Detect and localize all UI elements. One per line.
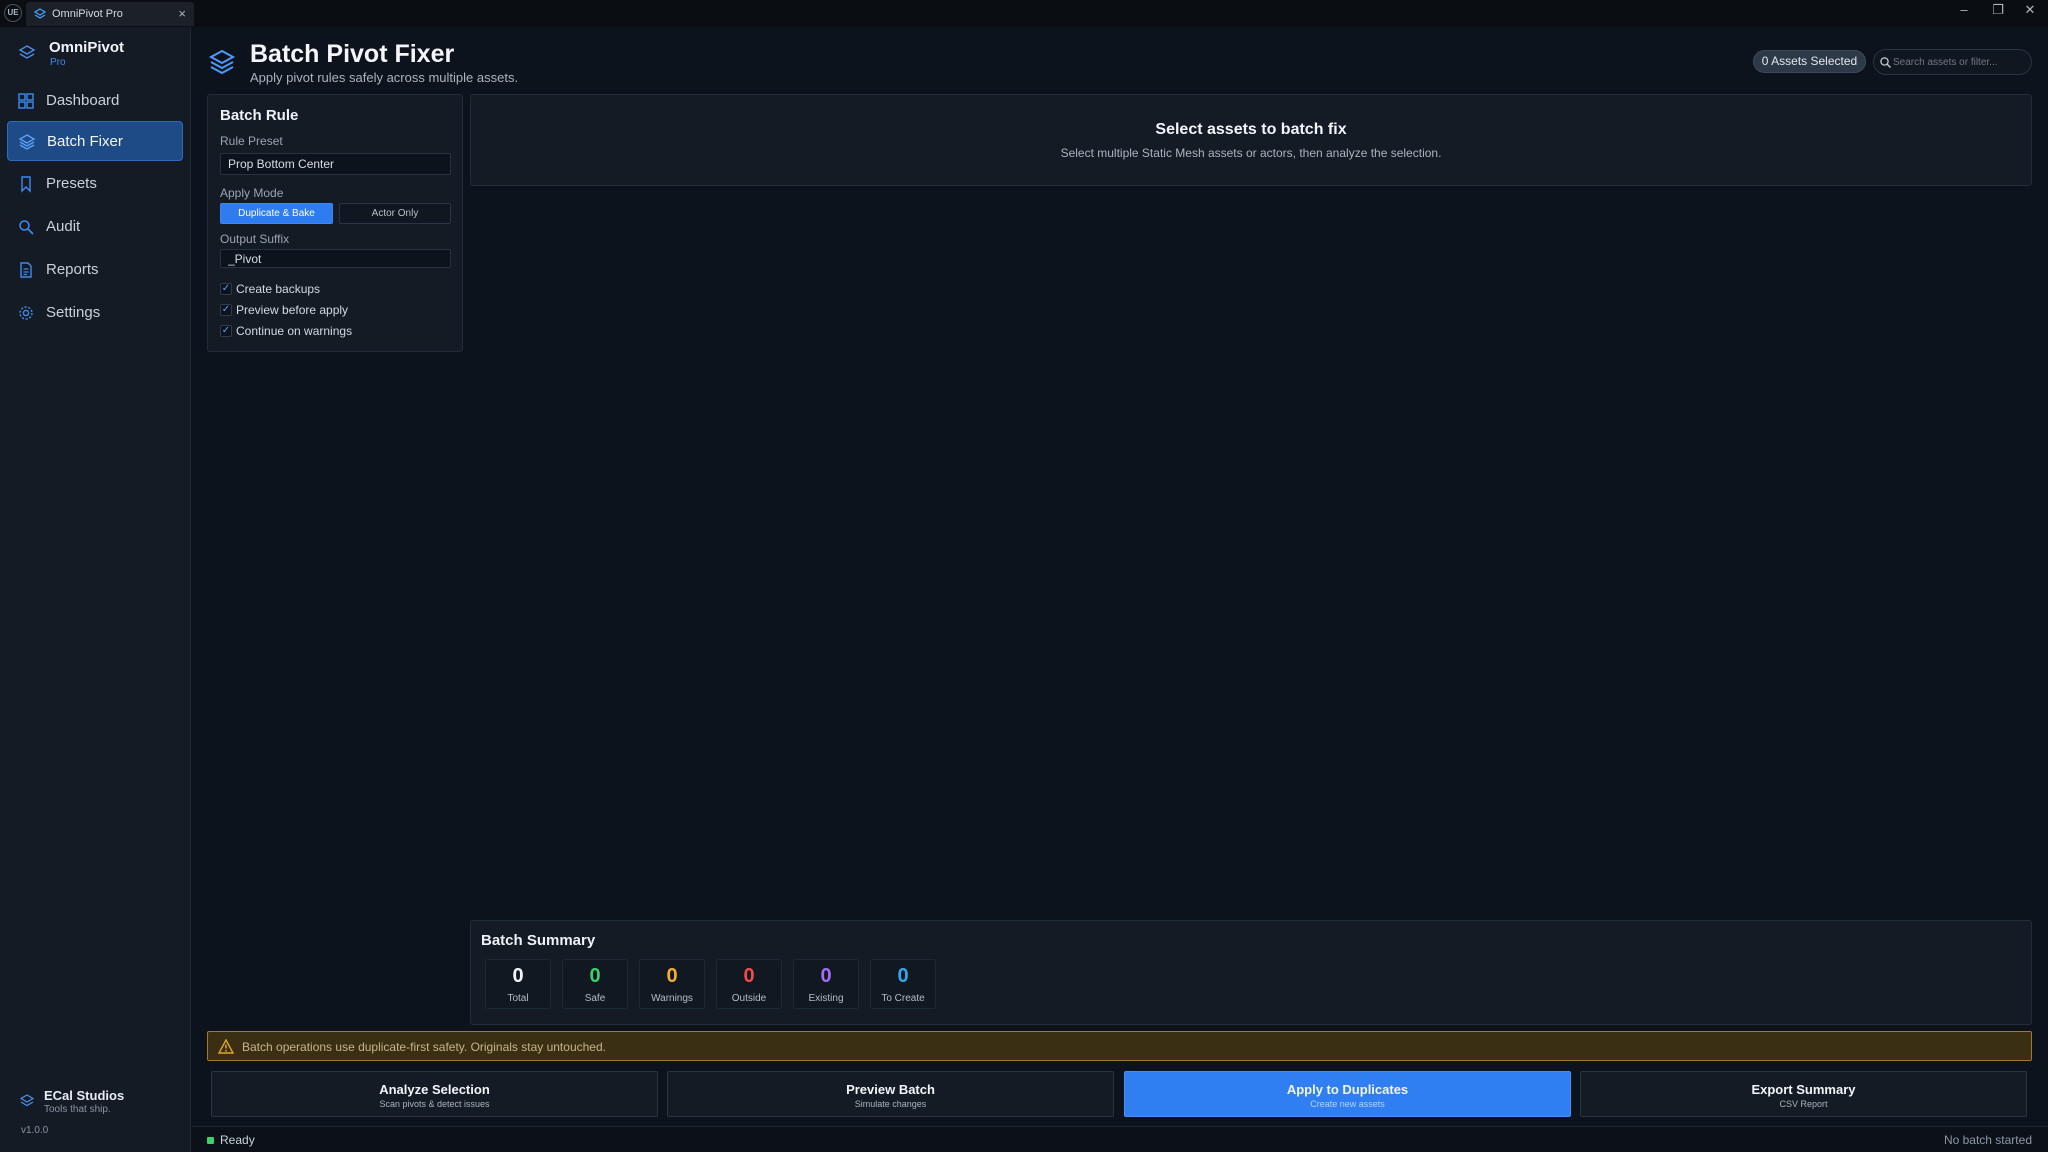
page-title: Batch Pivot Fixer (250, 40, 455, 68)
studio-name: ECal Studios (44, 1088, 125, 1103)
tab-title: OmniPivot Pro (52, 8, 123, 20)
apply-to-duplicates-button[interactable]: Apply to Duplicates Create new assets (1124, 1071, 1571, 1117)
sidebar-item-label: Audit (46, 218, 81, 235)
stat-safe: 0 Safe (562, 959, 628, 1009)
stat-to-create: 0 To Create (870, 959, 936, 1009)
document-icon (20, 262, 32, 278)
page-subtitle: Apply pivot rules safely across multiple… (250, 70, 519, 85)
minimize-button[interactable]: – (1950, 1, 1978, 23)
sidebar-item-label: Settings (46, 304, 101, 321)
check-icon[interactable]: ✓ (220, 304, 232, 316)
close-window-button[interactable]: ✕ (2016, 1, 2044, 23)
sidebar: OmniPivot Pro Dashboard Batch Fixer Pres… (0, 27, 191, 1152)
export-summary-button[interactable]: Export Summary CSV Report (1580, 1071, 2027, 1117)
warning-text: Batch operations use duplicate-first saf… (242, 1040, 606, 1054)
button-sublabel: Simulate changes (854, 1099, 927, 1109)
batch-rule-panel: Batch Rule Rule Preset Prop Bottom Cente… (207, 94, 463, 352)
mode-duplicate-bake-button[interactable]: Duplicate & Bake (220, 203, 333, 224)
layers-icon (18, 134, 36, 150)
preview-batch-button[interactable]: Preview Batch Simulate changes (667, 1071, 1114, 1117)
omnipivot-tab-icon (34, 8, 46, 19)
studio-logo-icon (20, 1094, 34, 1107)
stat-value: 0 (666, 965, 678, 987)
layers-icon (208, 49, 236, 75)
output-suffix-label: Output Suffix (220, 232, 290, 246)
stat-value: 0 (820, 965, 832, 987)
sidebar-item-presets[interactable]: Presets (7, 164, 183, 204)
button-label: Apply to Duplicates (1286, 1082, 1409, 1097)
rule-preset-label: Rule Preset (220, 134, 283, 148)
sidebar-item-batch-fixer[interactable]: Batch Fixer (7, 121, 183, 161)
sidebar-item-audit[interactable]: Audit (7, 207, 183, 247)
sidebar-item-settings[interactable]: Settings (7, 293, 183, 333)
batch-summary-panel: Batch Summary 0 Total 0 Safe 0 Warnings … (470, 920, 2032, 1025)
search-box[interactable] (1873, 49, 2032, 75)
title-bar: UE OmniPivot Pro × – ❐ ✕ (0, 0, 2048, 27)
stat-existing: 0 Existing (793, 959, 859, 1009)
unreal-logo-icon[interactable]: UE (4, 4, 22, 22)
checkbox-label: Continue on warnings (236, 324, 353, 338)
button-sublabel: CSV Report (1779, 1099, 1828, 1109)
version-label: v1.0.0 (21, 1125, 49, 1136)
sidebar-item-label: Dashboard (46, 92, 120, 109)
omnipivot-logo-icon (18, 45, 36, 59)
sidebar-item-dashboard[interactable]: Dashboard (7, 81, 183, 121)
button-sublabel: Scan pivots & detect issues (379, 1099, 490, 1109)
stat-outside: 0 Outside (716, 959, 782, 1009)
check-icon[interactable]: ✓ (220, 283, 232, 295)
rule-preset-select[interactable]: Prop Bottom Center (220, 153, 451, 175)
apply-mode-label: Apply Mode (220, 186, 284, 200)
restore-button[interactable]: ❐ (1984, 1, 2012, 23)
stat-value: 0 (589, 965, 601, 987)
stat-label: Safe (584, 993, 606, 1004)
brand-name: OmniPivot (49, 39, 125, 56)
grid-icon (18, 93, 34, 109)
output-suffix-field[interactable] (220, 249, 451, 268)
stat-label: To Create (881, 993, 925, 1004)
checkbox-label: Create backups (236, 282, 321, 296)
check-icon[interactable]: ✓ (220, 325, 232, 337)
tab-close-icon[interactable]: × (178, 6, 186, 21)
selection-empty-state: Select assets to batch fix Select multip… (470, 94, 2032, 186)
bookmark-icon (21, 176, 31, 193)
stat-label: Outside (731, 993, 767, 1004)
sidebar-item-label: Presets (46, 175, 97, 192)
button-label: Analyze Selection (379, 1082, 490, 1097)
sidebar-item-label: Batch Fixer (47, 133, 123, 150)
status-text: Ready (220, 1133, 255, 1147)
stat-label: Warnings (651, 993, 693, 1004)
warning-icon (218, 1039, 234, 1054)
button-sublabel: Create new assets (1310, 1099, 1385, 1109)
status-bar: Ready No batch started (192, 1126, 2048, 1152)
panel-title: Batch Summary (481, 932, 596, 949)
stat-label: Total (507, 993, 529, 1004)
stat-value: 0 (512, 965, 524, 987)
search-input[interactable] (1893, 52, 2027, 72)
button-label: Preview Batch (846, 1082, 935, 1097)
batch-status-text: No batch started (1943, 1133, 2032, 1147)
stat-value: 0 (743, 965, 755, 987)
mode-actor-only-button[interactable]: Actor Only (339, 203, 451, 224)
panel-title: Batch Rule (220, 107, 299, 124)
empty-state-title: Select assets to batch fix (1155, 121, 1347, 138)
empty-state-subtitle: Select multiple Static Mesh assets or ac… (1060, 146, 1442, 160)
analyze-selection-button[interactable]: Analyze Selection Scan pivots & detect i… (211, 1071, 658, 1117)
stat-warnings: 0 Warnings (639, 959, 705, 1009)
stat-value: 0 (897, 965, 909, 987)
stat-label: Existing (808, 993, 844, 1004)
checkbox-label: Preview before apply (236, 303, 349, 317)
safety-warning-banner: Batch operations use duplicate-first saf… (207, 1031, 2032, 1061)
sidebar-item-reports[interactable]: Reports (7, 250, 183, 290)
gear-icon (19, 306, 33, 320)
studio-tagline: Tools that ship. (44, 1104, 111, 1115)
status-indicator-icon (207, 1137, 214, 1144)
button-label: Export Summary (1751, 1082, 1856, 1097)
search-icon (19, 220, 34, 235)
search-icon (1880, 57, 1891, 68)
window-tab[interactable]: OmniPivot Pro × (26, 2, 194, 26)
sidebar-item-label: Reports (46, 261, 99, 278)
brand-edition: Pro (50, 57, 66, 68)
assets-selected-badge: 0 Assets Selected (1753, 50, 1866, 73)
stat-total: 0 Total (485, 959, 551, 1009)
